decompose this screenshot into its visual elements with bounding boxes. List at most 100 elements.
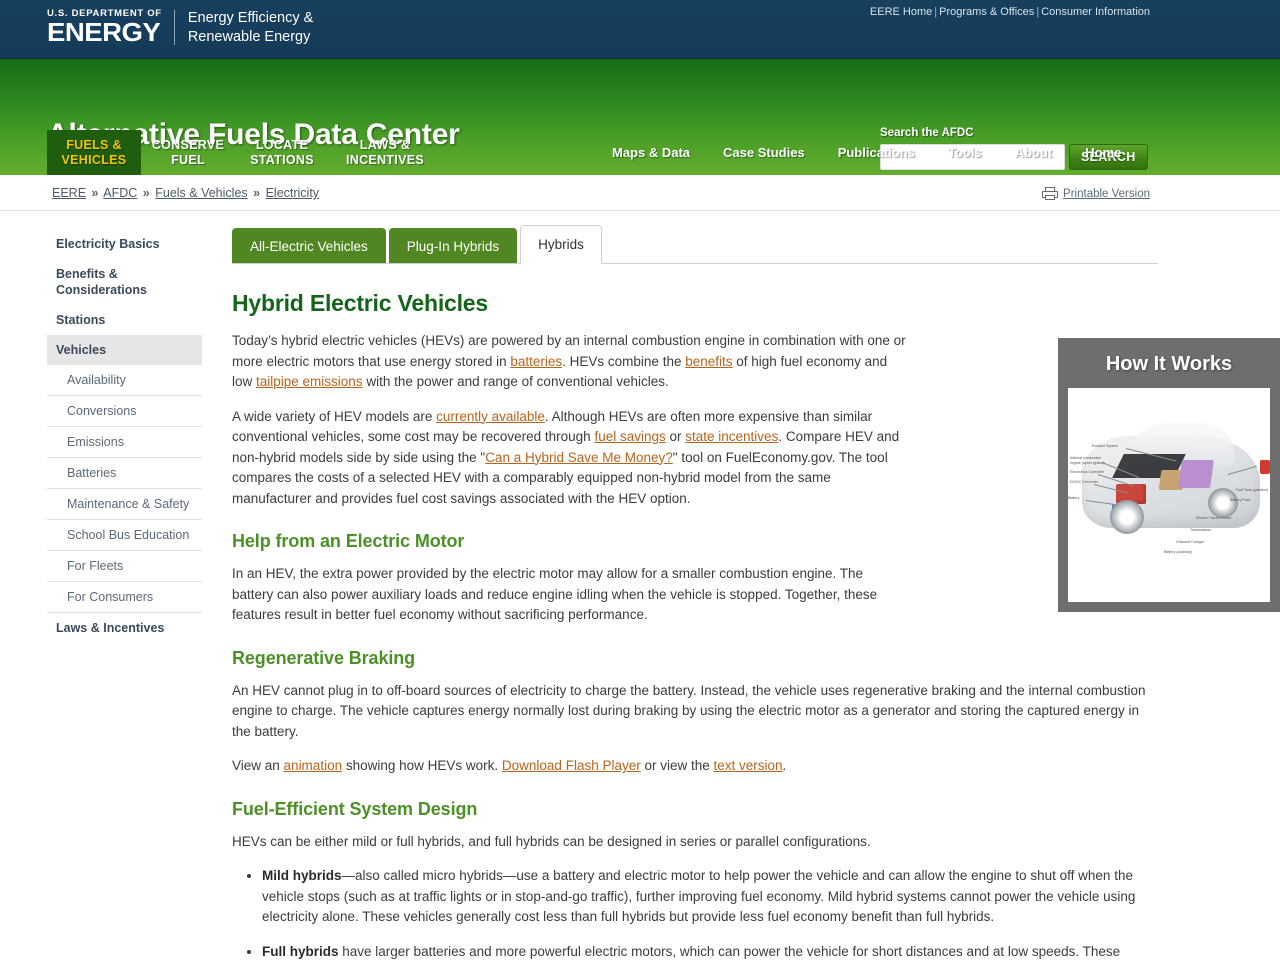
link-fuel-savings[interactable]: fuel savings (594, 429, 665, 444)
how-it-works-figure[interactable]: How It Works Exhaust System Internal com… (1058, 338, 1280, 612)
callout-battery-pack: Battery Pack (1230, 498, 1251, 502)
breadcrumb-sep-1: » (91, 186, 99, 200)
main-content: All-Electric Vehicles Plug-In Hybrids Hy… (202, 225, 1280, 960)
nav-tab-laws-incentives-line1: LAWS & (359, 137, 411, 152)
tab-hybrids[interactable]: Hybrids (520, 225, 602, 264)
section-body-electric-motor: In an HEV, the extra power provided by t… (232, 566, 878, 622)
nav-tab-conserve-fuel-line1: CONSERVE (151, 137, 225, 152)
para2-text-c: or (665, 429, 686, 444)
sidebar-item-laws-incentives[interactable]: Laws & Incentives (47, 613, 202, 643)
link-can-a-hybrid-save-me-money[interactable]: Can a Hybrid Save Me Money? (485, 450, 673, 465)
list-item-full-hybrids: Full hybrids have larger batteries and m… (262, 942, 1158, 960)
content-tab-bar: All-Electric Vehicles Plug-In Hybrids Hy… (232, 225, 1158, 264)
link-state-incentives[interactable]: state incentives (685, 429, 778, 444)
sidebar-navigation: Electricity Basics Benefits & Considerat… (47, 225, 202, 960)
nav-tab-fuels-vehicles-line1: FUELS & (66, 137, 122, 152)
nav-link-home[interactable]: Home (1085, 145, 1121, 160)
breadcrumb-item-afdc[interactable]: AFDC (103, 186, 137, 200)
sidebar-subitem-maintenance-safety[interactable]: Maintenance & Safety (47, 489, 202, 520)
callout-battery: Battery (1068, 496, 1080, 500)
link-batteries[interactable]: batteries (510, 354, 562, 369)
sidebar-subitem-batteries[interactable]: Batteries (47, 458, 202, 489)
animation-links-line: View an animation showing how HEVs work.… (232, 756, 1158, 777)
anim-text-b: showing how HEVs work. (342, 758, 502, 773)
section-heading-regenerative-braking: Regenerative Braking (232, 647, 416, 668)
printable-version-label[interactable]: Printable Version (1063, 188, 1150, 200)
sidebar-item-benefits-considerations[interactable]: Benefits & Considerations (47, 259, 202, 305)
sidebar-item-stations[interactable]: Stations (47, 305, 202, 335)
intro-text-d: with the power and range of conventional… (362, 374, 669, 389)
sidebar-item-vehicles[interactable]: Vehicles (47, 335, 202, 365)
sidebar-subitem-availability[interactable]: Availability (47, 365, 202, 396)
eere-top-links: EERE Home | Programs & Offices | Consumer In… (870, 6, 1150, 18)
para2-text-a: A wide variety of HEV models are (232, 408, 437, 424)
callout-onboard-charger: Onboard Charger (1176, 540, 1204, 544)
how-it-works-title: How It Works (1105, 353, 1233, 375)
link-tailpipe-emissions[interactable]: tailpipe emissions (256, 374, 363, 389)
link-eere-home[interactable]: EERE Home (870, 6, 932, 18)
doe-energy-wordmark: ENERGY (47, 17, 161, 47)
nav-tab-locate-stations-line1: LOCATE (255, 137, 309, 152)
section-heading-fuel-efficient-system-design: Fuel-Efficient System Design (232, 798, 478, 819)
link-text-version[interactable]: text version (714, 758, 783, 773)
link-animation[interactable]: animation (284, 758, 343, 773)
breadcrumb-item-fuels-vehicles[interactable]: Fuels & Vehicles (155, 186, 247, 200)
tab-all-electric-vehicles[interactable]: All-Electric Vehicles (232, 228, 386, 263)
section-body-fuel-efficient-system-design: HEVs can be either mild or full hybrids,… (232, 833, 871, 849)
nav-link-maps-data[interactable]: Maps & Data (612, 145, 690, 160)
callout-fuel-tank: Fuel Tank (gasoline) (1236, 488, 1269, 492)
sidebar-subitem-school-bus-education[interactable]: School Bus Education (47, 520, 202, 551)
hybrid-car-cutaway-icon: Exhaust System Internal combustion engin… (1068, 388, 1270, 602)
list-item-mild-hybrids-text: —also called micro hybrids—use a battery… (262, 868, 1136, 924)
primary-nav-group: FUELS & VEHICLES CONSERVE FUEL LOCATE ST… (47, 130, 441, 175)
anim-text-a: View an (232, 758, 284, 773)
link-download-flash-player[interactable]: Download Flash Player (502, 758, 641, 773)
nav-tab-laws-incentives-line2: INCENTIVES (345, 152, 424, 167)
callout-electronics-controller: Electronics Controller (1070, 470, 1105, 474)
sidebar-subitem-emissions[interactable]: Emissions (47, 427, 202, 458)
nav-link-case-studies[interactable]: Case Studies (723, 145, 805, 160)
page-title: Hybrid Electric Vehicles (232, 290, 488, 316)
list-item-full-hybrids-text: have larger batteries and more powerful … (342, 943, 1121, 959)
intro-text-b: . HEVs combine the (562, 353, 686, 369)
nav-link-about[interactable]: About (1015, 145, 1053, 160)
printer-icon (1042, 187, 1059, 200)
breadcrumb-item-electricity[interactable]: Electricity (266, 186, 319, 200)
nav-link-tools[interactable]: Tools (948, 145, 982, 160)
printable-version[interactable]: Printable Version (1042, 187, 1150, 200)
anim-text-d: . (782, 758, 787, 773)
sidebar-subitem-for-consumers[interactable]: For Consumers (47, 582, 202, 613)
tab-plug-in-hybrids[interactable]: Plug-In Hybrids (388, 228, 518, 263)
link-currently-available[interactable]: currently available (436, 409, 545, 424)
list-item-mild-hybrids: Mild hybrids—also called micro hybrids—u… (262, 866, 1158, 928)
link-benefits[interactable]: benefits (685, 354, 732, 369)
section-heading-electric-motor: Help from an Electric Motor (232, 531, 465, 551)
sidebar-subitem-conversions[interactable]: Conversions (47, 396, 202, 427)
link-consumer-information[interactable]: Consumer Information (1041, 6, 1150, 18)
callout-electric-traction-motor: Electric Traction Motor (1196, 516, 1232, 520)
breadcrumb-sep-2: » (142, 186, 150, 200)
doe-tagline-line2: Renewable Energy (187, 29, 311, 45)
nav-tab-locate-stations-line2: STATIONS (250, 152, 314, 167)
sidebar-item-electricity-basics[interactable]: Electricity Basics (47, 229, 202, 259)
nav-tab-locate-stations[interactable]: LOCATE STATIONS (235, 130, 329, 175)
callout-dcdc-converter: DC/DC Converter (1070, 480, 1099, 484)
main-navigation: FUELS & VEHICLES CONSERVE FUEL LOCATE ST… (0, 130, 1280, 175)
callout-ice: Internal combustion engine (spark ignite… (1070, 456, 1105, 465)
doe-logo[interactable]: U.S. DEPARTMENT OF ENERGY Energy Efficie… (47, 8, 313, 47)
breadcrumb-sep-3: » (253, 186, 261, 200)
callout-battery-auxiliary: Battery (auxiliary) (1164, 550, 1192, 554)
callout-exhaust-system: Exhaust System (1092, 444, 1118, 448)
sidebar-subitem-for-fleets[interactable]: For Fleets (47, 551, 202, 582)
nav-tab-fuels-vehicles[interactable]: FUELS & VEHICLES (47, 130, 141, 175)
nav-link-publications[interactable]: Publications (838, 145, 915, 160)
breadcrumb-bar: EERE » AFDC » Fuels & Vehicles » Electri… (0, 175, 1280, 211)
doe-tagline: Energy Efficiency & Renewable Energy (175, 8, 313, 47)
link-programs-offices[interactable]: Programs & Offices (939, 6, 1034, 18)
secondary-nav-group: Maps & Data Case Studies Publications To… (612, 130, 1154, 175)
nav-tab-laws-incentives[interactable]: LAWS & INCENTIVES (329, 130, 441, 175)
nav-tab-conserve-fuel[interactable]: CONSERVE FUEL (141, 130, 235, 175)
list-item-full-hybrids-label: Full hybrids (262, 943, 339, 959)
breadcrumb-item-eere[interactable]: EERE (52, 186, 86, 200)
page-body: Electricity Basics Benefits & Considerat… (0, 211, 1280, 960)
